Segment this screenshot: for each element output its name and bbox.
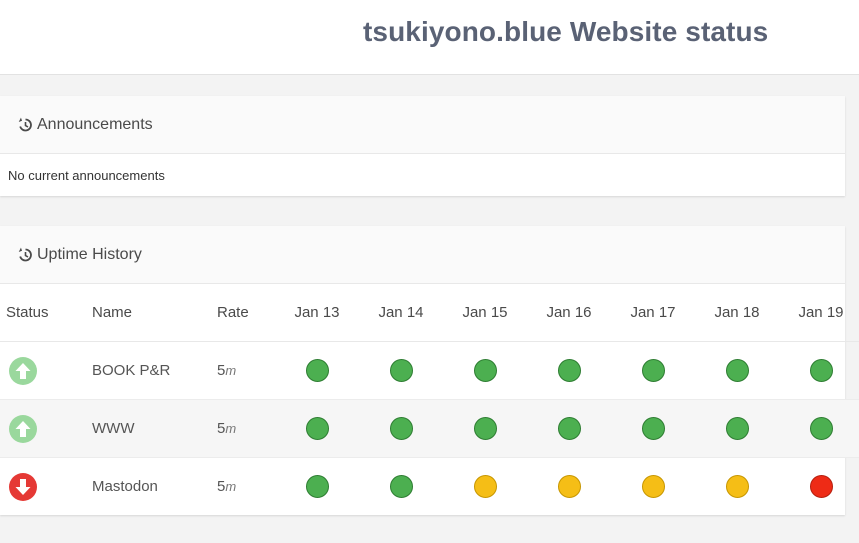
history-cell xyxy=(779,399,859,458)
column-header-day: Jan 17 xyxy=(611,284,695,342)
announcements-panel: Announcements No current announcements xyxy=(0,96,845,196)
service-name: BOOK P&R xyxy=(86,341,211,400)
status-dot-up[interactable] xyxy=(305,359,329,382)
uptime-table: Status Name Rate Jan 13 Jan 14 Jan 15 Ja… xyxy=(0,284,859,515)
rate-unit: m xyxy=(225,421,237,436)
history-cell xyxy=(443,458,527,516)
status-cell xyxy=(0,399,86,458)
column-header-name: Name xyxy=(86,284,211,342)
rate-unit: m xyxy=(225,363,237,378)
history-cell xyxy=(275,399,359,458)
arrow-up-circle-icon xyxy=(9,356,37,385)
status-dot-partial[interactable] xyxy=(557,475,581,498)
column-header-day: Jan 14 xyxy=(359,284,443,342)
status-dot-up[interactable] xyxy=(557,359,581,382)
column-header-day: Jan 19 xyxy=(779,284,859,342)
page-header: tsukiyono.blue Website status xyxy=(0,0,859,75)
check-rate: 5m xyxy=(211,399,275,458)
history-cell xyxy=(275,458,359,516)
column-header-day: Jan 16 xyxy=(527,284,611,342)
announcements-title: Announcements xyxy=(37,115,153,133)
history-icon xyxy=(18,117,32,131)
table-row: Mastodon 5m xyxy=(0,458,859,516)
page-title: tsukiyono.blue Website status xyxy=(363,16,769,47)
arrow-down-circle-icon xyxy=(9,472,37,501)
service-name: Mastodon xyxy=(92,478,158,495)
check-rate: 5m xyxy=(211,458,275,516)
arrow-up-circle-icon xyxy=(9,414,37,443)
status-cell xyxy=(0,341,86,400)
status-dot-up[interactable] xyxy=(809,417,833,440)
status-dot-up[interactable] xyxy=(809,359,833,382)
status-dot-partial[interactable] xyxy=(473,475,497,498)
status-dot-up[interactable] xyxy=(725,359,749,382)
table-row: WWW 5m xyxy=(0,399,859,458)
column-header-day: Jan 13 xyxy=(275,284,359,342)
uptime-history-panel: Uptime History Status Name Rate Jan 13 J… xyxy=(0,226,859,515)
history-cell xyxy=(779,458,859,516)
announcements-header: Announcements xyxy=(0,96,845,154)
history-cell xyxy=(275,341,359,400)
service-rows: BOOK P&R 5m WWW 5m Mastodon 5m xyxy=(0,341,859,516)
status-dot-up[interactable] xyxy=(389,475,413,498)
column-header-day: Jan 15 xyxy=(443,284,527,342)
history-cell xyxy=(695,341,779,400)
status-dot-partial[interactable] xyxy=(725,475,749,498)
history-cell xyxy=(359,399,443,458)
status-dot-up[interactable] xyxy=(389,417,413,440)
history-cell xyxy=(695,399,779,458)
history-cell xyxy=(611,399,695,458)
check-rate: 5m xyxy=(211,341,275,400)
history-cell xyxy=(527,458,611,516)
history-cell xyxy=(359,458,443,516)
status-dot-up[interactable] xyxy=(389,359,413,382)
status-dot-partial[interactable] xyxy=(641,475,665,498)
service-name: WWW xyxy=(86,399,211,458)
history-cell xyxy=(359,341,443,400)
history-cell xyxy=(611,458,695,516)
history-cell xyxy=(779,341,859,400)
history-cell xyxy=(611,341,695,400)
history-cell xyxy=(527,399,611,458)
history-icon xyxy=(18,247,32,261)
status-dot-up[interactable] xyxy=(473,359,497,382)
rate-unit: m xyxy=(225,479,237,494)
history-cell xyxy=(443,341,527,400)
history-cell xyxy=(527,341,611,400)
column-header-status: Status xyxy=(0,284,86,342)
status-dot-up[interactable] xyxy=(725,417,749,440)
status-dot-up[interactable] xyxy=(557,417,581,440)
column-header-rate: Rate xyxy=(211,284,275,342)
history-cell xyxy=(443,399,527,458)
uptime-history-title: Uptime History xyxy=(37,245,142,263)
history-cell xyxy=(695,458,779,516)
status-dot-up[interactable] xyxy=(473,417,497,440)
status-dot-down[interactable] xyxy=(809,475,833,498)
table-header-row: Status Name Rate Jan 13 Jan 14 Jan 15 Ja… xyxy=(0,284,859,342)
column-header-day: Jan 18 xyxy=(695,284,779,342)
status-dot-up[interactable] xyxy=(641,417,665,440)
table-row: BOOK P&R 5m xyxy=(0,341,859,400)
status-dot-up[interactable] xyxy=(305,475,329,498)
status-dot-up[interactable] xyxy=(641,359,665,382)
announcements-message: No current announcements xyxy=(8,167,165,183)
status-dot-up[interactable] xyxy=(305,417,329,440)
status-cell xyxy=(0,458,86,516)
uptime-history-header: Uptime History xyxy=(0,226,845,284)
